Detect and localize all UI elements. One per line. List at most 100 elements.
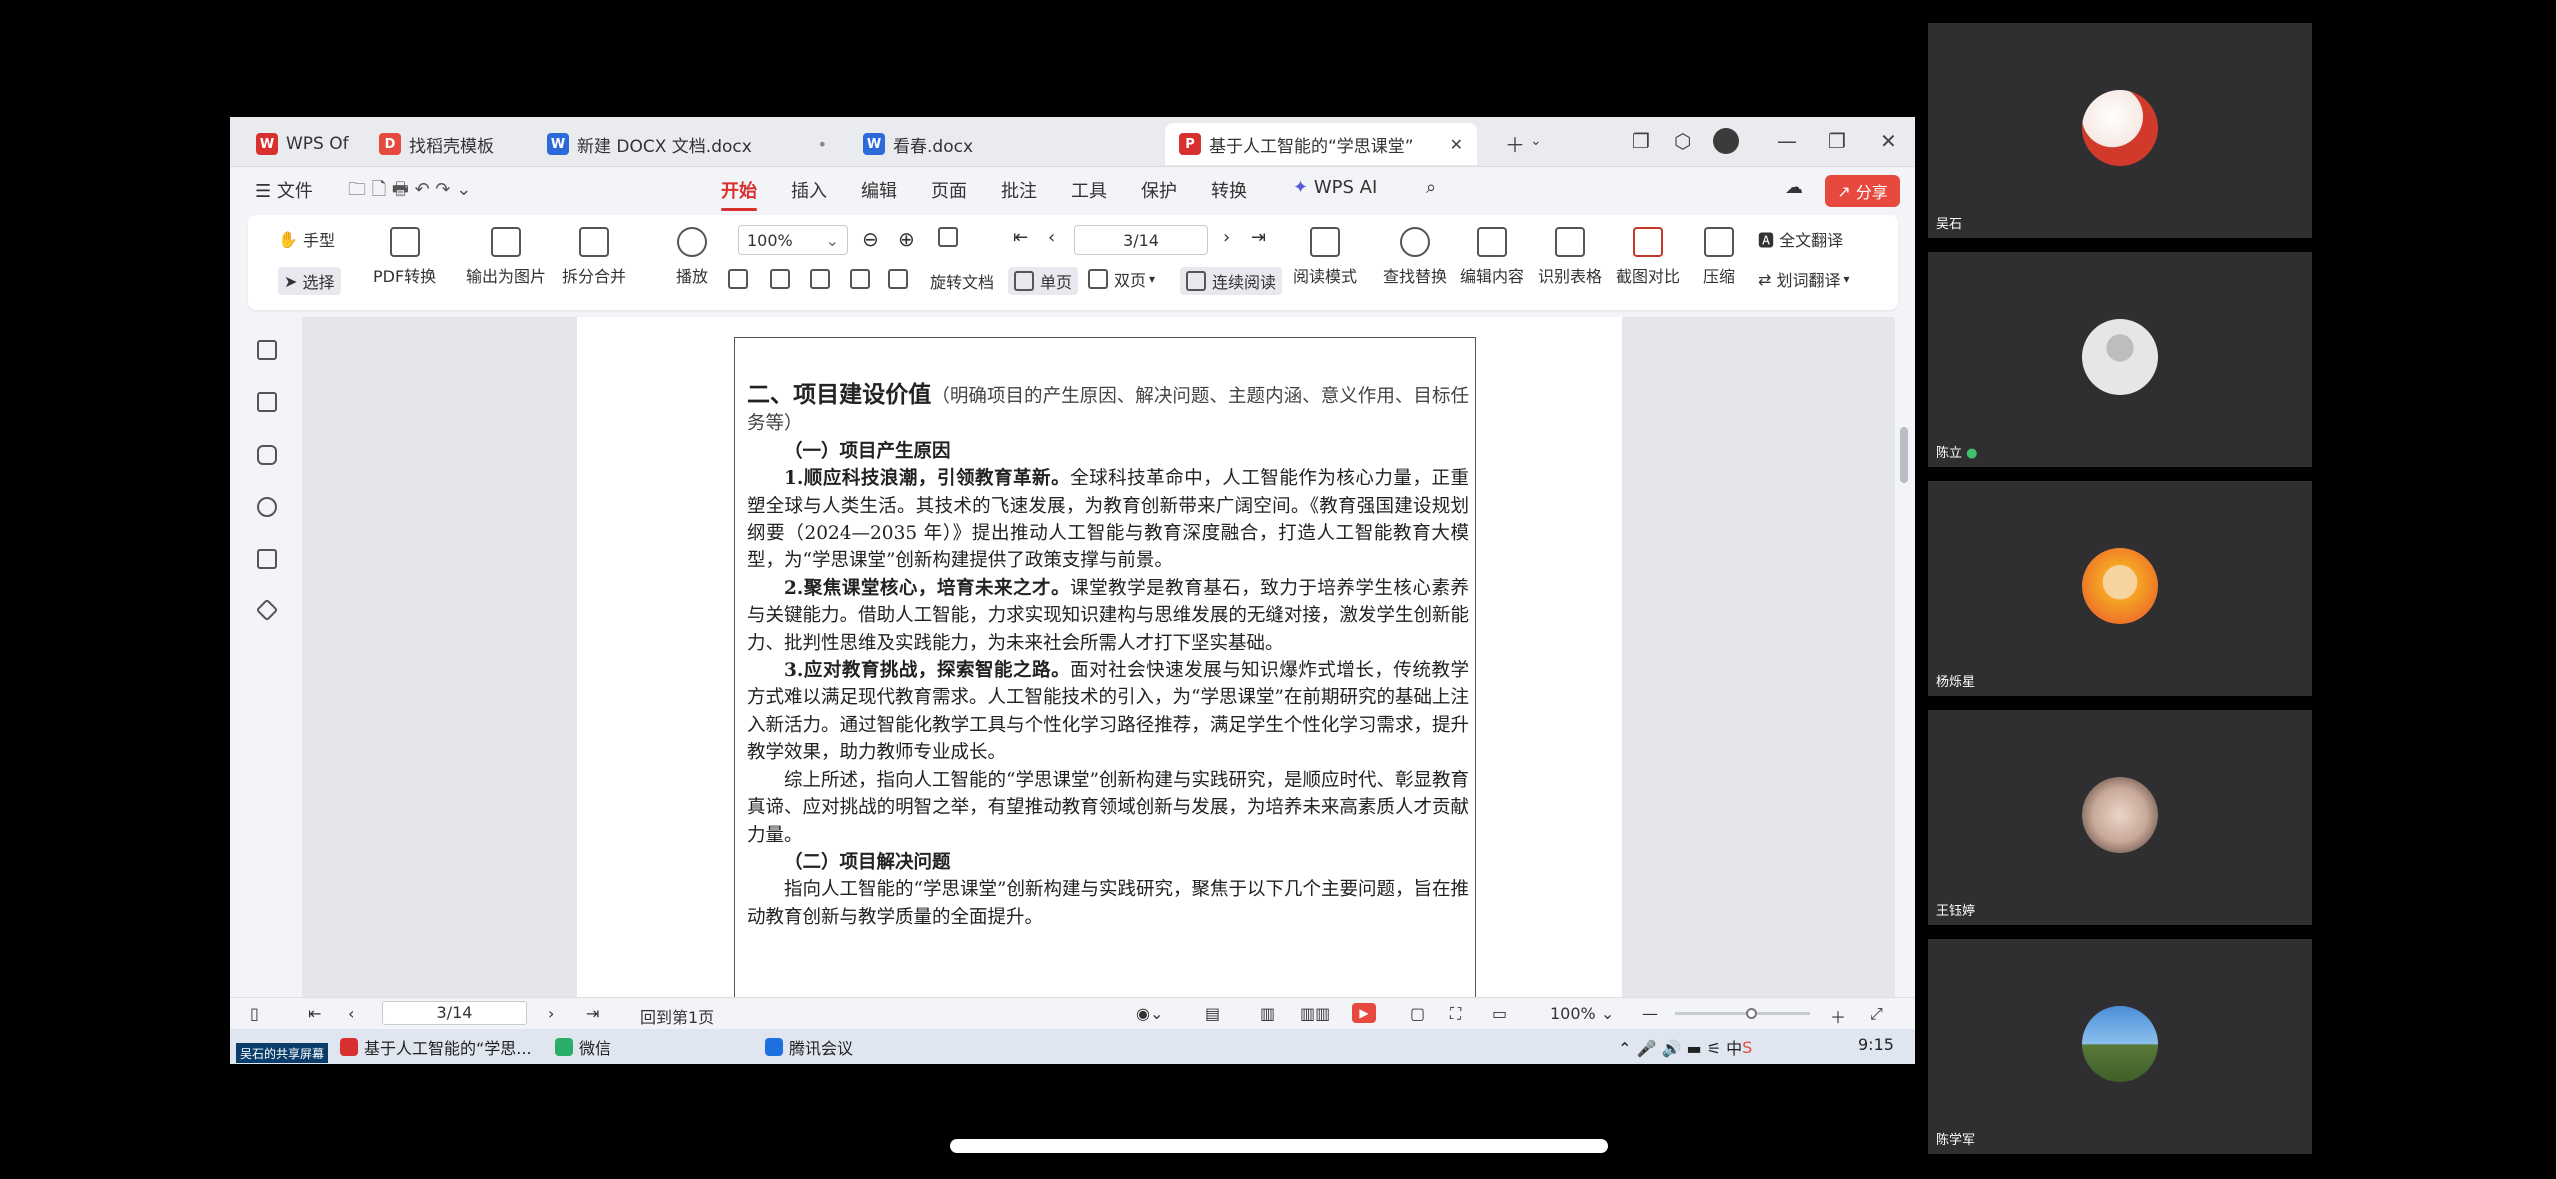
close-window-icon[interactable]: ✕ (1880, 129, 1897, 153)
chevron-down-icon[interactable]: ⌄ (1530, 133, 1542, 149)
continuous-read-button[interactable]: 连续阅读 (1180, 267, 1283, 295)
menu-protect[interactable]: 保护 (1141, 177, 1177, 203)
actual-size-icon[interactable] (728, 269, 754, 289)
zoom-out-icon[interactable]: — (1642, 1004, 1658, 1023)
menu-home[interactable]: 开始 (721, 177, 757, 211)
tray-icons[interactable]: ⌃ 🎤 🔊 ▬ ⚟ 中 S (1618, 1035, 1752, 1059)
prev-page-icon[interactable]: ‹ (1048, 227, 1055, 248)
fullscreen-icon[interactable]: ⤢ (1870, 1004, 1883, 1024)
hand-tool[interactable]: ✋ 手型 (278, 227, 335, 251)
quick-access-icons[interactable]: 🗀 🗋 🖶 ↶ ↷ ⌄ (348, 177, 471, 207)
find-replace-button[interactable]: 查找替换 (1383, 227, 1447, 287)
zoom-out-icon[interactable]: ⊖ (862, 227, 879, 251)
sidebar-toggle-icon[interactable]: ▯ (250, 1004, 259, 1023)
search-icon[interactable]: ⌕ (1426, 177, 1436, 198)
single-page-button[interactable]: 单页 (1008, 267, 1079, 295)
participant-tile[interactable]: 杨烁星 (1928, 481, 2312, 696)
crop-icon[interactable] (770, 269, 796, 289)
user-avatar-icon[interactable] (1713, 128, 1739, 154)
comment-icon[interactable] (257, 445, 277, 465)
eye-icon[interactable]: ◉⌄ (1136, 1004, 1163, 1023)
tab-docer[interactable]: D 找稻壳模板 (365, 123, 525, 165)
rotate-right-icon[interactable] (888, 269, 914, 289)
rotate-left-icon[interactable] (850, 269, 876, 289)
home-indicator[interactable] (950, 1139, 1608, 1153)
zoom-select[interactable]: 100% ⌄ (738, 225, 848, 255)
prev-page-icon[interactable]: ‹ (348, 1004, 354, 1023)
close-icon[interactable]: ✕ (1440, 135, 1463, 154)
status-zoom[interactable]: 100% ⌄ (1550, 1004, 1614, 1023)
participant-tile[interactable]: 陈学军 (1928, 939, 2312, 1154)
taskbar-item-wps[interactable]: 基于人工智能的“学思... (340, 1035, 532, 1059)
vertical-scrollbar[interactable] (1895, 317, 1913, 997)
fit-icon[interactable] (938, 227, 964, 247)
next-page-icon[interactable]: › (1223, 227, 1230, 248)
window-fit-icon[interactable]: ▭ (1492, 1004, 1507, 1023)
taskbar-item-wechat[interactable]: 微信 (555, 1035, 611, 1059)
single-view-icon[interactable]: ▥ (1260, 1004, 1275, 1023)
cube-icon[interactable]: ⬡ (1674, 129, 1691, 153)
attachment-icon[interactable] (257, 497, 277, 517)
recognize-table-button[interactable]: 识别表格 (1538, 227, 1602, 287)
taskbar-item-tencent-meeting[interactable]: 腾讯会议 (765, 1035, 853, 1059)
select-tool[interactable]: ➤ 选择 (278, 267, 341, 295)
double-view-icon[interactable]: ▥▥ (1300, 1004, 1330, 1023)
scrollbar-thumb[interactable] (1900, 427, 1908, 483)
participant-tile[interactable]: 王钰婷 (1928, 710, 2312, 925)
tab-new-docx[interactable]: W 新建 DOCX 文档.docx • (533, 123, 841, 165)
menu-convert[interactable]: 转换 (1211, 177, 1247, 203)
next-page-icon[interactable]: › (548, 1004, 554, 1023)
double-page-button[interactable]: 双页 ▾ (1088, 267, 1155, 291)
layout-icon[interactable]: ▤ (1205, 1004, 1220, 1023)
last-page-icon[interactable]: ⇥ (586, 1004, 599, 1023)
signature-pen-icon[interactable] (257, 549, 277, 569)
bookmark-icon[interactable] (257, 340, 277, 360)
menu-wps-ai[interactable]: ✦ WPS AI (1293, 177, 1377, 198)
play-icon[interactable]: ▶ (1352, 1003, 1376, 1023)
edit-content-button[interactable]: 编辑内容 (1460, 227, 1524, 287)
first-page-icon[interactable]: ⇤ (1013, 227, 1028, 248)
menu-comment[interactable]: 批注 (1001, 177, 1037, 203)
window-layout-icon[interactable]: ❐ (1632, 129, 1650, 153)
zoom-in-icon[interactable]: ＋ (1830, 1004, 1846, 1028)
pdf-convert-button[interactable]: PDF转换 (373, 227, 436, 287)
share-button[interactable]: ↗ 分享 (1825, 175, 1900, 207)
thumbnail-icon[interactable] (257, 392, 277, 412)
document-viewport[interactable]: 二、项目建设价值（明确项目的产生原因、解决问题、主题内涵、意义作用、目标任务等）… (302, 317, 1897, 997)
word-translate-button[interactable]: ⇄ 划词翻译 ▾ (1758, 267, 1850, 291)
fit-page-icon[interactable]: ▢ (1410, 1004, 1425, 1023)
zoom-slider-handle[interactable] (1746, 1008, 1757, 1019)
tab-wps-home[interactable]: W WPS Of (242, 123, 357, 165)
first-page-icon[interactable]: ⇤ (308, 1004, 321, 1023)
last-page-icon[interactable]: ⇥ (1251, 227, 1266, 248)
page-number-input[interactable]: 3/14 (1074, 225, 1208, 255)
new-tab-plus-icon[interactable]: ＋ (1505, 129, 1525, 158)
back-to-first-link[interactable]: 回到第1页 (640, 1004, 714, 1028)
cloud-upload-icon[interactable]: ☁ (1785, 177, 1803, 198)
menu-insert[interactable]: 插入 (791, 177, 827, 203)
export-image-button[interactable]: 输出为图片 (466, 227, 546, 287)
play-button[interactable]: 播放 (676, 227, 708, 287)
read-mode-button[interactable]: 阅读模式 (1293, 227, 1357, 287)
menu-edit[interactable]: 编辑 (861, 177, 897, 203)
tab-active-pdf[interactable]: P 基于人工智能的“学思课堂” ✕ (1165, 123, 1477, 165)
full-translate-button[interactable]: 🅰 全文翻译 (1758, 227, 1843, 251)
restore-icon[interactable]: ❐ (1828, 129, 1846, 153)
tab-kanchun[interactable]: W 看春.docx (849, 123, 1157, 165)
menu-file[interactable]: ☰ 文件 (255, 177, 313, 203)
split-merge-button[interactable]: 拆分合并 (562, 227, 626, 287)
rotate-document[interactable]: 旋转文档 (930, 269, 994, 293)
participant-tile[interactable]: 吴石 (1928, 23, 2312, 238)
screenshot-compare-button[interactable]: 截图对比 (1616, 227, 1680, 287)
layers-icon[interactable] (255, 598, 279, 622)
menu-tools[interactable]: 工具 (1071, 177, 1107, 203)
fit-width-icon[interactable] (810, 269, 836, 289)
compress-button[interactable]: 压缩 (1703, 227, 1735, 287)
minimize-icon[interactable]: — (1777, 129, 1797, 153)
status-page-input[interactable]: 3/14 (382, 1001, 527, 1025)
close-icon[interactable]: • (808, 135, 827, 154)
fullscreen-fit-icon[interactable]: ⛶ (1450, 1004, 1461, 1024)
menu-page[interactable]: 页面 (931, 177, 967, 203)
zoom-slider[interactable] (1675, 1012, 1810, 1015)
participant-tile[interactable]: 陈立 ● (1928, 252, 2312, 467)
